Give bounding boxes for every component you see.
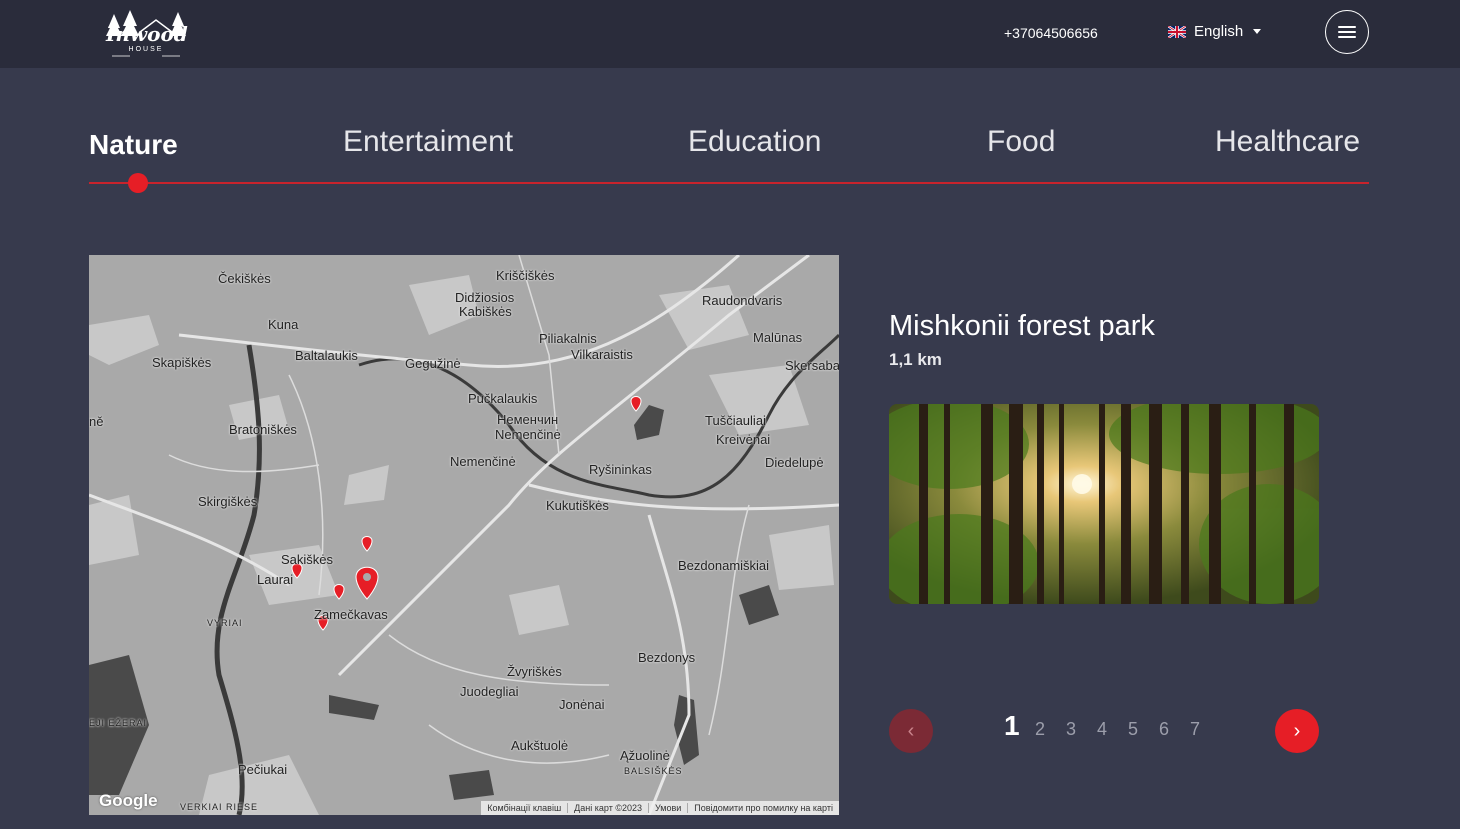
map-label: Bezdonys <box>638 650 696 665</box>
map-label: Ąžuolinė <box>620 748 670 763</box>
map-label: Žvyriškės <box>507 664 562 679</box>
map-label: Kabiškės <box>459 304 512 319</box>
map-label: BALSIŠKĖS <box>624 766 683 776</box>
pagination: 1 2 3 4 5 6 7 <box>1004 710 1221 742</box>
map-label: Čekiškės <box>218 271 271 286</box>
map-label: VYRIAI <box>207 618 243 628</box>
map-label: Piliakalnis <box>539 331 597 346</box>
tab-entertaiment[interactable]: Entertaiment <box>343 125 513 159</box>
tab-education[interactable]: Education <box>688 125 821 159</box>
language-selector[interactable]: English <box>1168 23 1262 40</box>
forest-image <box>889 404 1319 604</box>
map-label: EJI EŽERAI <box>89 718 148 728</box>
map-view[interactable]: Čekiškės Kriščiškės Didžiosios Kabiškės … <box>89 255 839 815</box>
page-6[interactable]: 6 <box>1159 719 1190 740</box>
map-label: Zamečkavas <box>314 607 388 622</box>
site-header: Inwood HOUSE +37064506656 English <box>0 0 1460 68</box>
page-1[interactable]: 1 <box>1004 710 1035 742</box>
map-label: Malūnas <box>753 330 803 345</box>
map-label: Kreivėnai <box>716 432 771 447</box>
map-label: Laurai <box>257 572 294 587</box>
hamburger-icon <box>1338 26 1356 38</box>
keyboard-shortcuts-link[interactable]: Комбінації клавіш <box>481 803 567 813</box>
language-label: English <box>1194 23 1244 40</box>
map-label: Aukštuolė <box>511 738 569 753</box>
map-label: Bratoniškės <box>229 422 297 437</box>
map-label: Skirgiškės <box>198 494 258 509</box>
map-label: Diedelupė <box>765 455 824 470</box>
map-label: Didžiosios <box>455 290 515 305</box>
place-photo <box>889 404 1319 604</box>
map-label: Nemenčinė <box>495 427 561 442</box>
map-label: Raudondvaris <box>702 293 783 308</box>
google-logo: Google <box>99 791 158 810</box>
map-label: Kriščiškės <box>496 268 555 283</box>
map-data-credit: Дані карт ©2023 <box>567 803 648 813</box>
tabs-underline <box>89 182 1369 184</box>
logo-name: Inwood <box>106 22 188 46</box>
page-3[interactable]: 3 <box>1066 719 1097 740</box>
map-label: Skapiškės <box>152 355 212 370</box>
category-tabs: Nature Entertaiment Education Food Healt… <box>89 125 1369 193</box>
map-label: Juodegliai <box>460 684 519 699</box>
map-label: Pečiukai <box>238 762 288 777</box>
map-label: Pučkalaukis <box>468 391 538 406</box>
page-2[interactable]: 2 <box>1035 719 1066 740</box>
map-label: Jonėnai <box>559 697 605 712</box>
map-label: VERKIAI RIESE <box>180 802 259 812</box>
map-label: Kukutiškės <box>546 498 609 513</box>
terms-link[interactable]: Умови <box>647 803 687 813</box>
logo-text: Inwood HOUSE <box>106 22 188 53</box>
map-label: Skersaba <box>785 358 839 373</box>
logo-subtitle: HOUSE <box>128 46 164 53</box>
map-label: ně <box>89 414 104 429</box>
map-label: Nemenčinė <box>450 454 516 469</box>
map-label: Kuna <box>268 317 299 332</box>
tab-food[interactable]: Food <box>987 125 1055 159</box>
map-label: Tuščiauliai <box>705 413 766 428</box>
page-7[interactable]: 7 <box>1190 719 1221 740</box>
caret-down-icon <box>1253 29 1262 34</box>
page-5[interactable]: 5 <box>1128 719 1159 740</box>
uk-flag-icon <box>1168 25 1186 38</box>
map-label: Sakiškės <box>281 552 334 567</box>
active-tab-indicator <box>128 173 148 193</box>
report-error-link[interactable]: Повідомити про помилку на карті <box>687 803 839 813</box>
next-button[interactable]: › <box>1275 709 1319 753</box>
map-label: Vilkaraistis <box>571 347 633 362</box>
phone-link[interactable]: +37064506656 <box>1004 25 1098 41</box>
map-label: Baltalaukis <box>295 348 358 363</box>
tab-healthcare[interactable]: Healthcare <box>1215 125 1360 159</box>
map-label: Неменчин <box>497 412 559 427</box>
menu-button[interactable] <box>1325 10 1369 54</box>
place-title: Mishkonii forest park <box>889 310 1155 342</box>
prev-button[interactable]: ‹ <box>889 709 933 753</box>
map-label: Gegužinė <box>405 356 461 371</box>
map-footer: Комбінації клавіш Дані карт ©2023 Умови … <box>481 801 839 815</box>
map-label: Bezdonamiškiai <box>678 558 770 573</box>
place-distance: 1,1 km <box>889 350 942 369</box>
map-label: Ryšininkas <box>589 462 652 477</box>
page-4[interactable]: 4 <box>1097 719 1128 740</box>
tab-nature[interactable]: Nature <box>89 129 178 161</box>
map-graphic <box>89 255 839 815</box>
